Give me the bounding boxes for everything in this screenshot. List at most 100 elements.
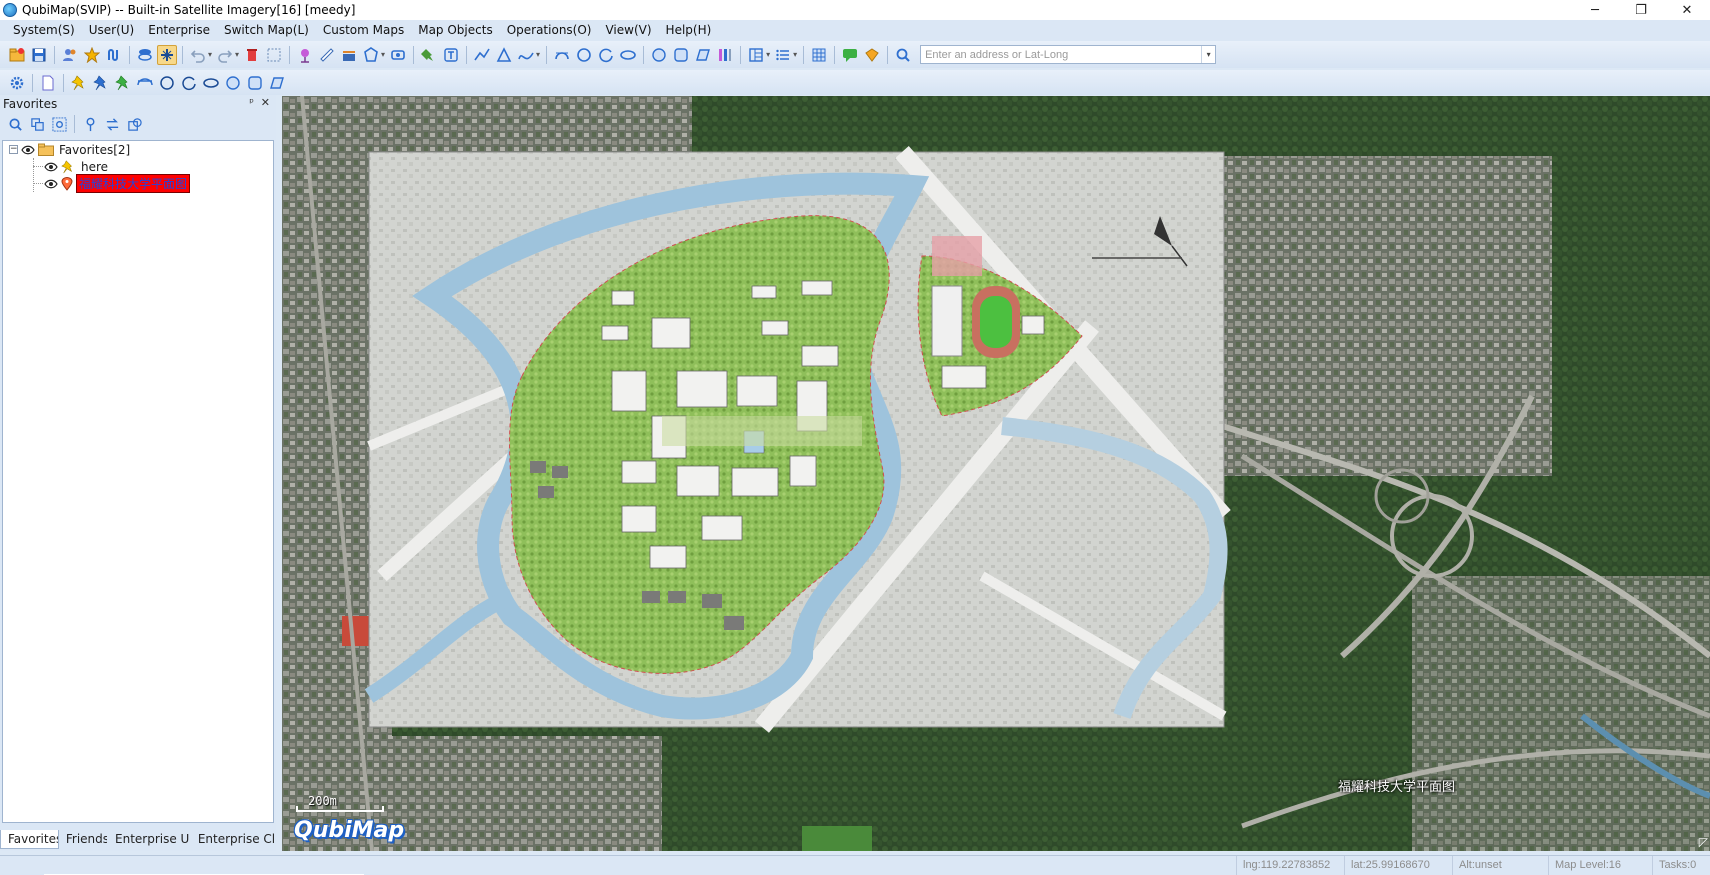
close-button[interactable]: ✕ xyxy=(1664,0,1710,20)
route-icon[interactable] xyxy=(104,45,124,65)
toolbar-separator xyxy=(740,45,742,64)
restore-button[interactable]: ❐ xyxy=(1618,0,1664,20)
arc-circle-icon[interactable] xyxy=(596,45,616,65)
area-measure-icon[interactable] xyxy=(339,45,359,65)
curve-dropdown-icon[interactable]: ▾ xyxy=(536,50,540,59)
tree-item-campus-plan[interactable]: 福耀科技大学平面图 xyxy=(44,174,191,193)
ruler-icon[interactable] xyxy=(317,45,337,65)
address-search-input[interactable] xyxy=(921,46,1192,63)
square-filled-icon[interactable] xyxy=(245,73,265,93)
qubimap-logo: QubiMap xyxy=(294,818,405,843)
swap-icon[interactable] xyxy=(102,114,122,134)
add-marker-icon[interactable] xyxy=(80,114,100,134)
locate-icon[interactable] xyxy=(295,45,315,65)
panel-layout-dropdown-icon[interactable]: ▾ xyxy=(766,50,770,59)
visibility-eye-icon[interactable] xyxy=(44,179,58,189)
star-icon[interactable] xyxy=(82,45,102,65)
arc-icon[interactable] xyxy=(552,45,572,65)
polyline-icon[interactable] xyxy=(472,45,492,65)
map-resize-grip-icon[interactable]: ◸ xyxy=(1699,835,1708,849)
close-panel-icon[interactable]: ✕ xyxy=(261,96,270,109)
minimize-button[interactable]: ─ xyxy=(1572,0,1618,20)
chat-icon[interactable] xyxy=(840,45,860,65)
tree-connector xyxy=(33,183,43,184)
pan-mode-icon[interactable] xyxy=(157,44,177,65)
list-icon[interactable] xyxy=(773,45,793,65)
tree-item-label: Favorites[2] xyxy=(59,142,131,157)
menu-switch-map[interactable]: Switch Map(L) xyxy=(217,20,316,41)
ellipse-outline-icon[interactable] xyxy=(201,73,221,93)
tree-item-here[interactable]: here xyxy=(44,158,110,175)
bridge-icon[interactable] xyxy=(135,73,155,93)
circle-filled-icon[interactable] xyxy=(223,73,243,93)
video-icon[interactable] xyxy=(388,45,408,65)
table-icon[interactable] xyxy=(809,45,829,65)
search-favorites-icon[interactable] xyxy=(5,114,25,134)
tab-favorites[interactable]: Favorites xyxy=(0,830,59,849)
document-icon[interactable] xyxy=(38,73,58,93)
list-dropdown-icon[interactable]: ▾ xyxy=(793,50,797,59)
shape-icon[interactable] xyxy=(693,45,713,65)
curve-icon[interactable] xyxy=(516,45,536,65)
panel-layout-icon[interactable] xyxy=(746,45,766,65)
circle-fill-icon[interactable] xyxy=(649,45,669,65)
tree-item-favorites-root[interactable]: − Favorites[2] xyxy=(9,141,132,158)
menu-view[interactable]: View(V) xyxy=(598,20,658,41)
undo-dropdown-icon[interactable]: ▾ xyxy=(208,50,212,59)
delete-icon[interactable] xyxy=(242,45,262,65)
menu-system[interactable]: System(S) xyxy=(6,20,82,41)
ellipse-icon[interactable] xyxy=(618,45,638,65)
visibility-eye-icon[interactable] xyxy=(44,162,58,172)
green-pin-icon[interactable] xyxy=(113,73,133,93)
pin-tool-icon[interactable] xyxy=(419,45,439,65)
map-overlay-pin-icon xyxy=(61,176,73,191)
import-icon[interactable] xyxy=(124,114,144,134)
menu-bar: System(S) User(U) Enterprise Switch Map(… xyxy=(0,20,1710,41)
zoom-to-icon[interactable] xyxy=(49,114,69,134)
layers-icon[interactable] xyxy=(135,45,155,65)
square-fill-icon[interactable] xyxy=(671,45,691,65)
visibility-eye-icon[interactable] xyxy=(21,145,35,155)
undo-icon[interactable] xyxy=(188,45,208,65)
tab-enterprise-users[interactable]: Enterprise U... xyxy=(108,830,191,849)
menu-enterprise[interactable]: Enterprise xyxy=(141,20,217,41)
copy-icon[interactable] xyxy=(27,114,47,134)
blue-pin-icon[interactable] xyxy=(91,73,111,93)
settings-icon[interactable] xyxy=(7,73,27,93)
shape-filled-icon[interactable] xyxy=(267,73,287,93)
menu-custom-maps[interactable]: Custom Maps xyxy=(316,20,411,41)
yellow-pin-icon[interactable] xyxy=(69,73,89,93)
text-tool-icon[interactable] xyxy=(441,45,461,65)
scale-bar: 200m xyxy=(296,794,386,812)
window-title: QubiMap(SVIP) -- Built-in Satellite Imag… xyxy=(22,3,356,17)
vip-icon[interactable] xyxy=(862,45,882,65)
toolbar-separator xyxy=(643,45,645,64)
pin-panel-icon[interactable]: ᵖ xyxy=(249,96,254,109)
polygon-dropdown-icon[interactable]: ▾ xyxy=(381,50,385,59)
search-icon[interactable] xyxy=(893,45,913,65)
menu-help[interactable]: Help(H) xyxy=(659,20,719,41)
tab-friends[interactable]: Friends xyxy=(59,830,108,849)
redo-icon[interactable] xyxy=(215,45,235,65)
menu-user[interactable]: User(U) xyxy=(82,20,142,41)
redo-dropdown-icon[interactable]: ▾ xyxy=(235,50,239,59)
new-folder-icon[interactable] xyxy=(7,45,27,65)
polygon-tool-icon[interactable] xyxy=(361,45,381,65)
triangle-icon[interactable] xyxy=(494,45,514,65)
select-rect-icon[interactable] xyxy=(264,45,284,65)
save-icon[interactable] xyxy=(29,45,49,65)
circle-icon[interactable] xyxy=(574,45,594,65)
circle-outline-icon[interactable] xyxy=(157,73,177,93)
tab-enterprise-cloud[interactable]: Enterprise Cl... xyxy=(191,830,276,849)
menu-operations[interactable]: Operations(O) xyxy=(500,20,599,41)
arc-outline-icon[interactable] xyxy=(179,73,199,93)
window-controls: ─ ❐ ✕ xyxy=(1572,0,1710,20)
menu-map-objects[interactable]: Map Objects xyxy=(411,20,499,41)
users-icon[interactable] xyxy=(60,45,80,65)
map-view[interactable]: 福耀科技大学平面图 200m QubiMap ◸ xyxy=(282,96,1710,851)
address-dropdown-icon[interactable]: ▾ xyxy=(1201,46,1215,63)
collapse-toggle[interactable]: − xyxy=(9,145,18,154)
columns-icon[interactable] xyxy=(715,45,735,65)
tree-connector xyxy=(33,166,43,167)
toolbar-separator xyxy=(32,73,33,92)
